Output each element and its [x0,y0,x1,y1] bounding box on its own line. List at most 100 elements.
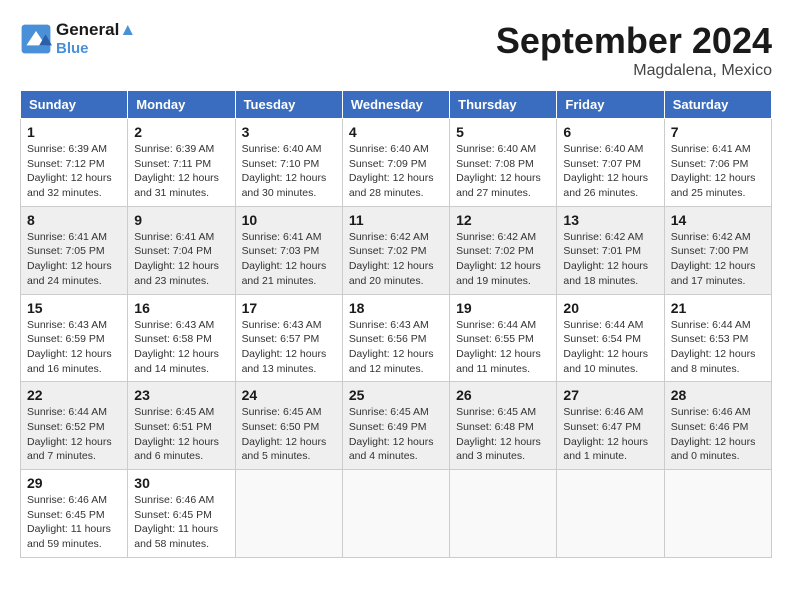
day-info: Sunrise: 6:42 AM Sunset: 7:00 PM Dayligh… [671,230,765,289]
day-info: Sunrise: 6:43 AM Sunset: 6:59 PM Dayligh… [27,318,121,377]
day-info: Sunrise: 6:42 AM Sunset: 7:02 PM Dayligh… [349,230,443,289]
table-row: 25 Sunrise: 6:45 AM Sunset: 6:49 PM Dayli… [342,382,449,470]
table-row: 21Sunrise: 6:44 AM Sunset: 6:53 PM Dayli… [664,294,771,382]
calendar-week-row: 22 Sunrise: 6:44 AM Sunset: 6:52 PM Dayli… [21,382,772,470]
calendar-week-row: 29 Sunrise: 6:46 AM Sunset: 6:45 PM Dayli… [21,470,772,558]
table-row: 5Sunrise: 6:40 AM Sunset: 7:08 PM Daylig… [450,119,557,207]
table-row: 16 Sunrise: 6:43 AM Sunset: 6:58 PM Dayli… [128,294,235,382]
logo-icon [20,23,52,55]
day-info: Sunrise: 6:44 AM Sunset: 6:54 PM Dayligh… [563,318,657,377]
day-number: 26 [456,387,550,403]
table-row: 1 Sunrise: 6:39 AM Sunset: 7:12 PM Daylig… [21,119,128,207]
header-tuesday: Tuesday [235,91,342,119]
calendar-week-row: 15 Sunrise: 6:43 AM Sunset: 6:59 PM Dayli… [21,294,772,382]
day-info: Sunrise: 6:43 AM Sunset: 6:58 PM Dayligh… [134,318,228,377]
table-row: 10 Sunrise: 6:41 AM Sunset: 7:03 PM Dayli… [235,206,342,294]
table-row [557,470,664,558]
table-row: 29 Sunrise: 6:46 AM Sunset: 6:45 PM Dayli… [21,470,128,558]
table-row: 9 Sunrise: 6:41 AM Sunset: 7:04 PM Daylig… [128,206,235,294]
day-info: Sunrise: 6:44 AM Sunset: 6:55 PM Dayligh… [456,318,550,377]
day-info: Sunrise: 6:39 AM Sunset: 7:12 PM Dayligh… [27,142,121,201]
table-row: 4 Sunrise: 6:40 AM Sunset: 7:09 PM Daylig… [342,119,449,207]
calendar-week-row: 8Sunrise: 6:41 AM Sunset: 7:05 PM Daylig… [21,206,772,294]
day-number: 12 [456,212,550,228]
day-number: 25 [349,387,443,403]
month-title: September 2024 [496,20,772,62]
day-info: Sunrise: 6:43 AM Sunset: 6:56 PM Dayligh… [349,318,443,377]
day-number: 18 [349,300,443,316]
table-row: 8Sunrise: 6:41 AM Sunset: 7:05 PM Daylig… [21,206,128,294]
calendar: Sunday Monday Tuesday Wednesday Thursday… [20,90,772,558]
day-info: Sunrise: 6:40 AM Sunset: 7:07 PM Dayligh… [563,142,657,201]
day-number: 2 [134,124,228,140]
table-row [450,470,557,558]
day-number: 7 [671,124,765,140]
table-row: 3 Sunrise: 6:40 AM Sunset: 7:10 PM Daylig… [235,119,342,207]
day-info: Sunrise: 6:42 AM Sunset: 7:01 PM Dayligh… [563,230,657,289]
header-monday: Monday [128,91,235,119]
day-number: 13 [563,212,657,228]
day-number: 23 [134,387,228,403]
day-number: 10 [242,212,336,228]
day-number: 4 [349,124,443,140]
table-row: 27Sunrise: 6:46 AM Sunset: 6:47 PM Dayli… [557,382,664,470]
day-info: Sunrise: 6:44 AM Sunset: 6:52 PM Dayligh… [27,405,121,464]
day-number: 11 [349,212,443,228]
table-row [664,470,771,558]
location: Magdalena, Mexico [496,62,772,80]
table-row [342,470,449,558]
day-number: 1 [27,124,121,140]
day-info: Sunrise: 6:46 AM Sunset: 6:45 PM Dayligh… [134,493,228,552]
day-info: Sunrise: 6:41 AM Sunset: 7:06 PM Dayligh… [671,142,765,201]
header-sunday: Sunday [21,91,128,119]
day-number: 16 [134,300,228,316]
table-row: 23Sunrise: 6:45 AM Sunset: 6:51 PM Dayli… [128,382,235,470]
table-row: 30 Sunrise: 6:46 AM Sunset: 6:45 PM Dayli… [128,470,235,558]
day-number: 14 [671,212,765,228]
day-info: Sunrise: 6:43 AM Sunset: 6:57 PM Dayligh… [242,318,336,377]
day-number: 28 [671,387,765,403]
day-info: Sunrise: 6:40 AM Sunset: 7:10 PM Dayligh… [242,142,336,201]
day-info: Sunrise: 6:46 AM Sunset: 6:46 PM Dayligh… [671,405,765,464]
day-number: 20 [563,300,657,316]
table-row: 7 Sunrise: 6:41 AM Sunset: 7:06 PM Daylig… [664,119,771,207]
day-info: Sunrise: 6:46 AM Sunset: 6:47 PM Dayligh… [563,405,657,464]
table-row: 2 Sunrise: 6:39 AM Sunset: 7:11 PM Daylig… [128,119,235,207]
day-info: Sunrise: 6:40 AM Sunset: 7:09 PM Dayligh… [349,142,443,201]
day-number: 3 [242,124,336,140]
day-number: 19 [456,300,550,316]
day-number: 29 [27,475,121,491]
day-info: Sunrise: 6:39 AM Sunset: 7:11 PM Dayligh… [134,142,228,201]
day-info: Sunrise: 6:46 AM Sunset: 6:45 PM Dayligh… [27,493,121,552]
day-number: 15 [27,300,121,316]
day-info: Sunrise: 6:41 AM Sunset: 7:05 PM Dayligh… [27,230,121,289]
calendar-header-row: Sunday Monday Tuesday Wednesday Thursday… [21,91,772,119]
table-row [235,470,342,558]
day-info: Sunrise: 6:42 AM Sunset: 7:02 PM Dayligh… [456,230,550,289]
table-row: 17 Sunrise: 6:43 AM Sunset: 6:57 PM Dayli… [235,294,342,382]
day-number: 21 [671,300,765,316]
table-row: 22 Sunrise: 6:44 AM Sunset: 6:52 PM Dayli… [21,382,128,470]
day-info: Sunrise: 6:41 AM Sunset: 7:04 PM Dayligh… [134,230,228,289]
day-info: Sunrise: 6:40 AM Sunset: 7:08 PM Dayligh… [456,142,550,201]
day-number: 17 [242,300,336,316]
logo: General▲ Blue [20,20,136,57]
calendar-week-row: 1 Sunrise: 6:39 AM Sunset: 7:12 PM Daylig… [21,119,772,207]
day-info: Sunrise: 6:45 AM Sunset: 6:49 PM Dayligh… [349,405,443,464]
table-row: 12 Sunrise: 6:42 AM Sunset: 7:02 PM Dayli… [450,206,557,294]
title-block: September 2024 Magdalena, Mexico [496,20,772,80]
table-row: 11 Sunrise: 6:42 AM Sunset: 7:02 PM Dayli… [342,206,449,294]
table-row: 14 Sunrise: 6:42 AM Sunset: 7:00 PM Dayli… [664,206,771,294]
page-header: General▲ Blue September 2024 Magdalena, … [20,20,772,80]
header-wednesday: Wednesday [342,91,449,119]
table-row: 20 Sunrise: 6:44 AM Sunset: 6:54 PM Dayli… [557,294,664,382]
table-row: 26Sunrise: 6:45 AM Sunset: 6:48 PM Dayli… [450,382,557,470]
day-number: 22 [27,387,121,403]
table-row: 24Sunrise: 6:45 AM Sunset: 6:50 PM Dayli… [235,382,342,470]
day-info: Sunrise: 6:41 AM Sunset: 7:03 PM Dayligh… [242,230,336,289]
table-row: 28 Sunrise: 6:46 AM Sunset: 6:46 PM Dayli… [664,382,771,470]
day-number: 30 [134,475,228,491]
day-number: 9 [134,212,228,228]
header-friday: Friday [557,91,664,119]
logo-text: General▲ Blue [56,20,136,57]
